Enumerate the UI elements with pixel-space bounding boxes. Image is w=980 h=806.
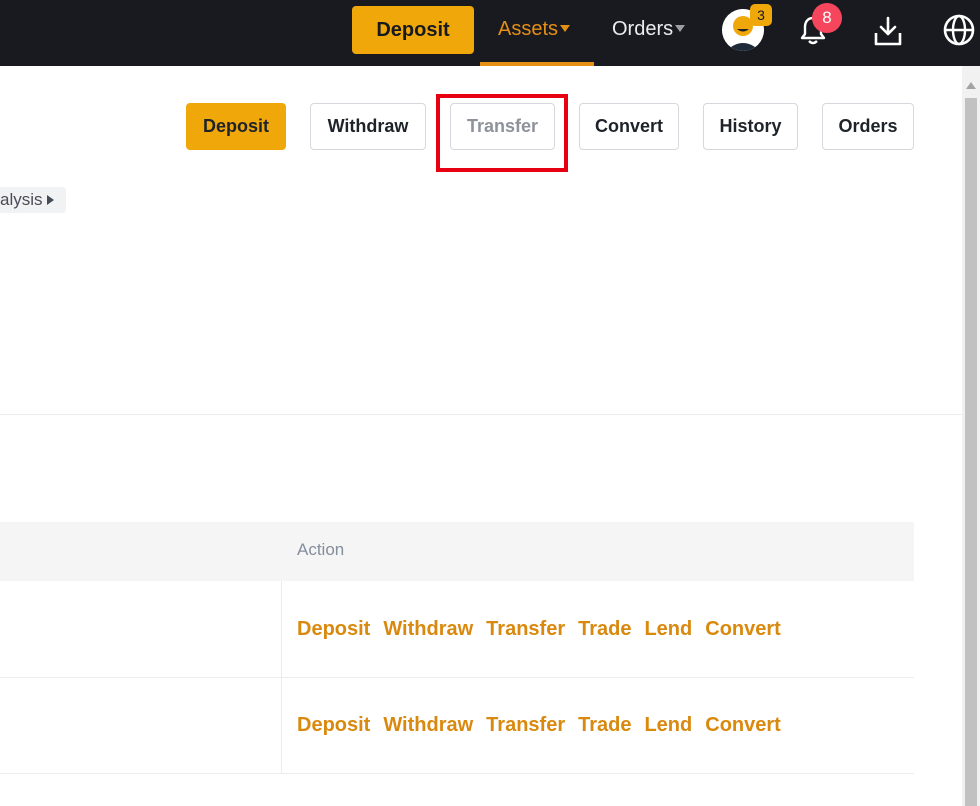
row-withdraw-link[interactable]: Withdraw bbox=[383, 714, 473, 737]
row-convert-link[interactable]: Convert bbox=[705, 618, 781, 641]
nav-orders-menu[interactable]: Orders bbox=[612, 18, 686, 41]
scroll-up-arrow-icon[interactable] bbox=[966, 82, 976, 89]
globe-icon[interactable] bbox=[942, 13, 976, 52]
row-convert-link[interactable]: Convert bbox=[705, 714, 781, 737]
analysis-link[interactable]: alysis bbox=[0, 187, 66, 213]
top-deposit-button[interactable]: Deposit bbox=[352, 6, 474, 54]
nav-assets-menu[interactable]: Assets bbox=[498, 18, 571, 41]
orders-button[interactable]: Orders bbox=[822, 103, 914, 150]
table-row: Deposit Withdraw Transfer Trade Lend Con… bbox=[297, 714, 794, 737]
row-trade-link[interactable]: Trade bbox=[578, 714, 631, 737]
history-button[interactable]: History bbox=[703, 103, 798, 150]
row-divider bbox=[0, 677, 914, 678]
section-divider bbox=[0, 414, 962, 415]
nav-orders-label: Orders bbox=[612, 18, 674, 40]
caret-down-icon bbox=[675, 25, 686, 32]
row-lend-link[interactable]: Lend bbox=[644, 714, 692, 737]
scrollbar-thumb[interactable] bbox=[965, 98, 977, 806]
deposit-button[interactable]: Deposit bbox=[186, 103, 286, 150]
analysis-label: alysis bbox=[0, 190, 43, 209]
row-divider bbox=[0, 773, 914, 774]
row-deposit-link[interactable]: Deposit bbox=[297, 618, 370, 641]
caret-down-icon bbox=[560, 25, 571, 32]
avatar-badge: 3 bbox=[750, 4, 772, 26]
row-lend-link[interactable]: Lend bbox=[644, 618, 692, 641]
column-header-action: Action bbox=[297, 540, 345, 559]
convert-button[interactable]: Convert bbox=[579, 103, 679, 150]
active-nav-indicator bbox=[480, 62, 594, 66]
row-withdraw-link[interactable]: Withdraw bbox=[383, 618, 473, 641]
table-header bbox=[0, 522, 914, 581]
download-icon[interactable] bbox=[872, 15, 904, 52]
table-row: Deposit Withdraw Transfer Trade Lend Con… bbox=[297, 618, 794, 641]
caret-right-icon bbox=[46, 195, 54, 205]
row-deposit-link[interactable]: Deposit bbox=[297, 714, 370, 737]
transfer-highlight-box bbox=[436, 94, 568, 172]
row-trade-link[interactable]: Trade bbox=[578, 618, 631, 641]
row-transfer-link[interactable]: Transfer bbox=[486, 714, 565, 737]
notifications-badge: 8 bbox=[812, 3, 842, 33]
nav-assets-label: Assets bbox=[498, 18, 559, 40]
row-transfer-link[interactable]: Transfer bbox=[486, 618, 565, 641]
withdraw-button[interactable]: Withdraw bbox=[310, 103, 426, 150]
